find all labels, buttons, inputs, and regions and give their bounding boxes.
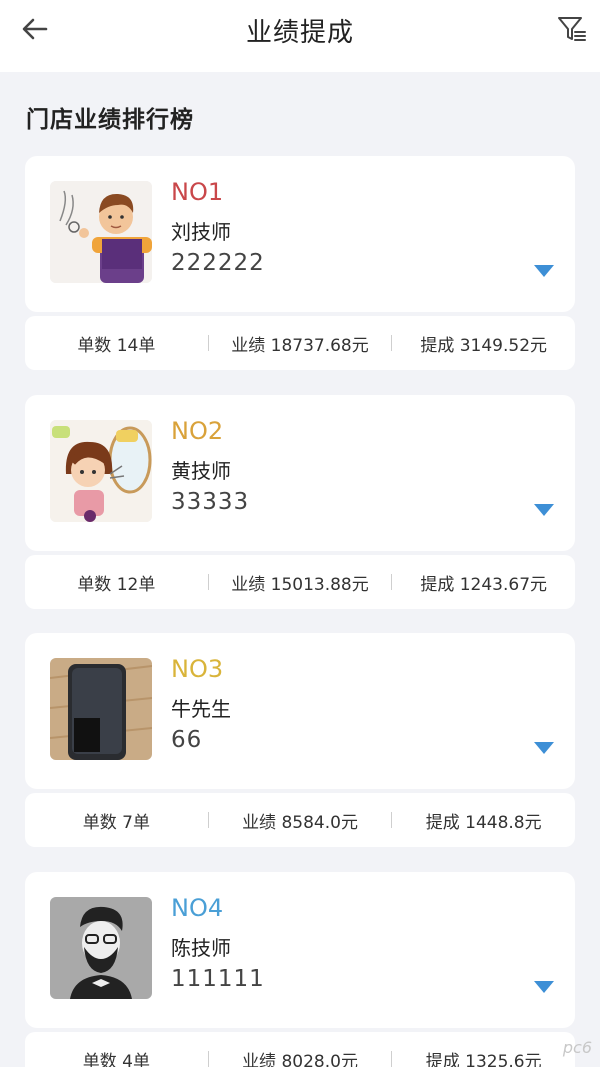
ranking-card[interactable]: NO3 牛先生 66 单数 7单 业绩 8584.0元 提成 1448.8元 — [25, 633, 575, 848]
page-title: 业绩提成 — [245, 18, 354, 48]
ranking-card[interactable]: NO4 陈技师 111111 单数 4单 业绩 8028.0元 提成 1325.… — [25, 872, 575, 1067]
rank-label: NO3 — [171, 655, 224, 683]
commission-amount: 提成 1243.67元 — [420, 574, 548, 595]
section-title: 门店业绩排行榜 — [26, 107, 194, 133]
rank-label: NO2 — [171, 417, 224, 445]
card-stats: 单数 4单 业绩 8028.0元 提成 1325.6元 — [25, 1032, 575, 1067]
chevron-down-icon[interactable] — [533, 980, 555, 994]
order-count: 单数 12单 — [77, 574, 156, 595]
watermark: pc6 — [562, 1038, 592, 1057]
ranking-card[interactable]: NO2 黄技师 33333 单数 12单 业绩 15013.88元 提成 124… — [25, 395, 575, 610]
technician-phone: 66 — [171, 727, 203, 753]
performance-amount: 业绩 15013.88元 — [231, 574, 369, 595]
filter-icon[interactable] — [556, 14, 588, 44]
chevron-down-icon[interactable] — [533, 741, 555, 755]
commission-amount: 提成 3149.52元 — [420, 335, 548, 356]
technician-phone: 111111 — [171, 966, 265, 992]
technician-phone: 222222 — [171, 250, 265, 276]
card-header: NO3 牛先生 66 — [25, 633, 575, 789]
avatar — [50, 897, 152, 999]
technician-name: 牛先生 — [171, 697, 231, 721]
chevron-down-icon[interactable] — [533, 264, 555, 278]
commission-amount: 提成 1325.6元 — [425, 1051, 542, 1067]
avatar — [50, 420, 152, 522]
performance-amount: 业绩 18737.68元 — [231, 335, 369, 356]
technician-phone: 33333 — [171, 489, 250, 515]
chevron-down-icon[interactable] — [533, 503, 555, 517]
ranking-card[interactable]: NO1 刘技师 222222 单数 14单 业绩 18737.68元 提成 31… — [25, 156, 575, 371]
avatar — [50, 658, 152, 760]
performance-amount: 业绩 8584.0元 — [242, 812, 358, 833]
avatar — [50, 181, 152, 283]
card-header: NO1 刘技师 222222 — [25, 156, 575, 312]
rank-label: NO4 — [171, 894, 224, 922]
rank-label: NO1 — [171, 178, 224, 206]
card-header: NO2 黄技师 33333 — [25, 395, 575, 551]
card-stats: 单数 7单 业绩 8584.0元 提成 1448.8元 — [25, 793, 575, 847]
commission-amount: 提成 1448.8元 — [425, 812, 542, 833]
card-stats: 单数 12单 业绩 15013.88元 提成 1243.67元 — [25, 555, 575, 609]
order-count: 单数 4单 — [82, 1051, 150, 1067]
card-header: NO4 陈技师 111111 — [25, 872, 575, 1028]
order-count: 单数 7单 — [82, 812, 150, 833]
app-header: 业绩提成 — [0, 0, 600, 72]
technician-name: 陈技师 — [171, 936, 231, 960]
order-count: 单数 14单 — [77, 335, 156, 356]
card-stats: 单数 14单 业绩 18737.68元 提成 3149.52元 — [25, 316, 575, 370]
technician-name: 黄技师 — [171, 459, 231, 483]
performance-amount: 业绩 8028.0元 — [242, 1051, 358, 1067]
technician-name: 刘技师 — [171, 220, 231, 244]
